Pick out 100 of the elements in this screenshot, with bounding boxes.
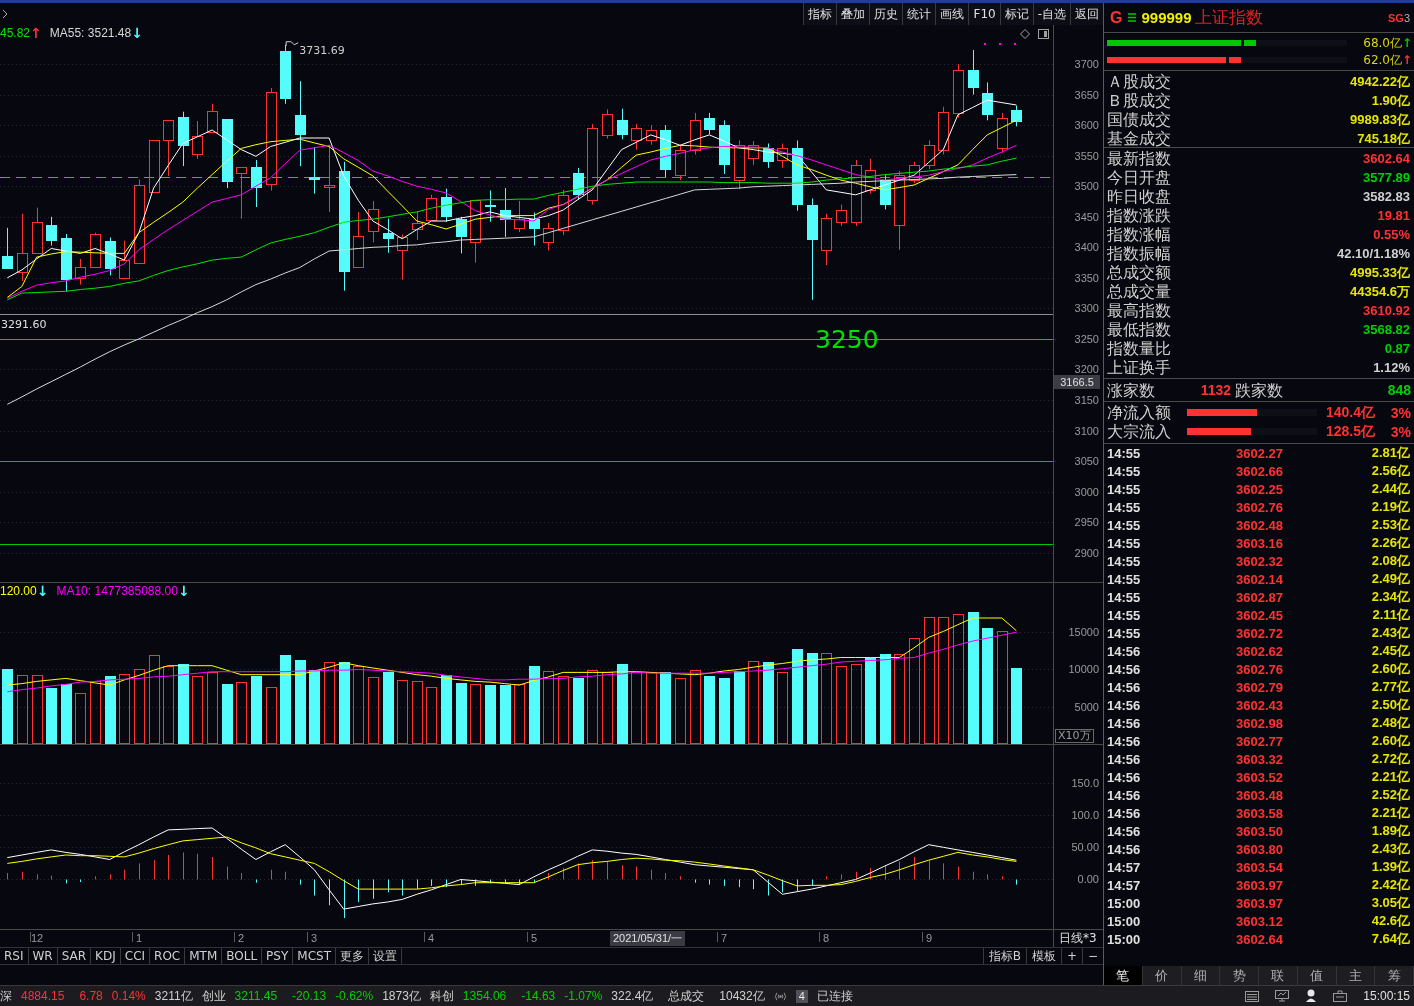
candle-body <box>251 167 262 188</box>
volume-bar <box>441 675 452 744</box>
candle-body <box>280 51 291 99</box>
axis-label: 100.0 <box>1071 809 1099 822</box>
panel-tab[interactable]: 笔 <box>1104 966 1143 985</box>
period-button[interactable]: 日线*3 <box>1054 930 1097 947</box>
indicator-tool-button[interactable]: 模板 <box>1025 948 1061 964</box>
candle-body <box>865 170 876 191</box>
panel-tab[interactable]: 主 <box>1336 966 1376 985</box>
stat-label: 上证换手 <box>1107 358 1171 377</box>
stat-value: 0.87 <box>1384 341 1410 356</box>
person-icon[interactable] <box>1305 989 1318 1003</box>
candle-wick <box>417 211 418 241</box>
trade-price: 3602.25 <box>1235 481 1283 497</box>
trade-time: 14:56 <box>1107 679 1142 695</box>
indicator-tool-button[interactable]: − <box>1081 948 1103 964</box>
candle-wick <box>929 139 930 170</box>
toolbar-button[interactable]: 返回 <box>1070 3 1103 25</box>
candle-body <box>602 114 613 136</box>
candle-body <box>368 209 379 232</box>
indicator-tab[interactable]: 更多 <box>336 948 369 964</box>
toolbar-button[interactable]: F10 <box>968 3 1000 25</box>
indicator-tab[interactable]: KDJ <box>91 948 121 964</box>
indicator-tab[interactable]: BOLL <box>222 948 263 964</box>
indicator-tool-button[interactable]: 指标B <box>982 948 1026 964</box>
candle-body <box>763 148 774 162</box>
calculator-icon[interactable] <box>1245 990 1260 1002</box>
toolbar-button[interactable]: 画线 <box>935 3 969 25</box>
date-axis-label: 5 <box>530 931 538 945</box>
clock: 15:00:15 <box>1363 989 1410 1003</box>
stat-label: 净流入额 <box>1107 403 1171 422</box>
indicator-tab[interactable]: WR <box>28 948 58 964</box>
trade-price: 3602.76 <box>1235 661 1283 677</box>
date-axis-label: 3 <box>310 931 318 945</box>
chevron-right-icon[interactable] <box>2 9 8 19</box>
candle-body <box>660 130 671 170</box>
volume-bar <box>426 687 437 744</box>
trade-volume: 2.42亿 <box>1370 876 1410 894</box>
index-name: 创业 <box>201 987 226 1005</box>
axis-label: 3200 <box>1074 363 1099 376</box>
panel-tab[interactable]: 势 <box>1220 966 1259 985</box>
candle-body <box>953 70 964 114</box>
cursor-price-label: 3166.5 <box>1054 375 1100 389</box>
indicator-tab[interactable]: 设置 <box>369 948 402 964</box>
toolbar-button[interactable]: 指标 <box>803 3 837 25</box>
axis-label: 3150 <box>1074 394 1099 406</box>
trade-time: 14:56 <box>1107 805 1142 821</box>
axis-label: 3000 <box>1074 485 1099 498</box>
candle-wick <box>856 159 857 227</box>
indicator-tab[interactable]: MTM <box>185 948 223 964</box>
volume-bar <box>646 672 657 744</box>
candle-body <box>1011 110 1022 122</box>
trade-time: 14:55 <box>1107 517 1142 533</box>
stat-value: 3% <box>1389 404 1411 421</box>
diamond-icon[interactable] <box>1020 29 1030 39</box>
panel-tab[interactable]: 联 <box>1259 966 1298 985</box>
toolbar-button[interactable]: 叠加 <box>836 3 870 25</box>
toolbar-button[interactable]: 标记 <box>999 3 1033 25</box>
indicator-tab[interactable]: MCST <box>293 948 336 964</box>
candle-body <box>149 140 160 193</box>
candle-wick <box>51 216 52 246</box>
indicator-tab[interactable]: CCI <box>120 948 151 964</box>
toolbar-button[interactable]: 历史 <box>869 3 903 25</box>
toolbar-button[interactable]: 统计 <box>902 3 936 25</box>
trade-time: 14:55 <box>1107 607 1142 623</box>
indicator-tab[interactable]: RSI <box>0 948 29 964</box>
toolbar-button[interactable]: -自选 <box>1032 3 1070 25</box>
trade-volume: 2.60亿 <box>1370 732 1410 750</box>
indicator-tab[interactable]: SAR <box>57 948 92 964</box>
monitor-icon[interactable] <box>1275 990 1290 1002</box>
candle-body <box>192 136 203 155</box>
volume-bar <box>397 680 408 744</box>
legend-value: MA10: 1477385088.00 <box>56 584 178 598</box>
list-icon[interactable] <box>1128 13 1137 22</box>
stat-label: 最高指数 <box>1107 301 1171 320</box>
candle-wick <box>197 120 198 160</box>
indicator-tab[interactable]: PSY <box>262 948 294 964</box>
panel-tab[interactable]: 价 <box>1142 966 1182 985</box>
panel-tab[interactable]: 值 <box>1297 966 1337 985</box>
indicator-tab[interactable]: ROC <box>150 948 186 964</box>
candle-wick <box>973 49 974 96</box>
panel-toggle-icon[interactable] <box>1038 29 1049 39</box>
indicator-tool-button[interactable]: + <box>1060 948 1082 964</box>
volume-bar <box>485 685 496 744</box>
panel-tab[interactable]: 筹 <box>1375 966 1414 985</box>
index-name: 深 <box>0 987 12 1005</box>
candle-body <box>558 195 569 231</box>
candle-body <box>32 222 43 254</box>
panel-tab[interactable]: 细 <box>1181 966 1221 985</box>
stat-label: 今日开盘 <box>1107 168 1171 187</box>
market-letter: G <box>1110 8 1123 27</box>
stat-label: 国债成交 <box>1107 110 1171 129</box>
trend-arrow: ↓ <box>177 584 190 598</box>
trade-price: 3602.98 <box>1235 715 1283 731</box>
trade-price: 3602.76 <box>1235 499 1283 515</box>
trade-price: 3602.64 <box>1235 931 1283 947</box>
briefcase-icon[interactable] <box>1333 990 1348 1002</box>
axis-label: 3500 <box>1074 180 1099 193</box>
volume-bar <box>90 681 101 744</box>
volume-bar <box>514 684 525 744</box>
